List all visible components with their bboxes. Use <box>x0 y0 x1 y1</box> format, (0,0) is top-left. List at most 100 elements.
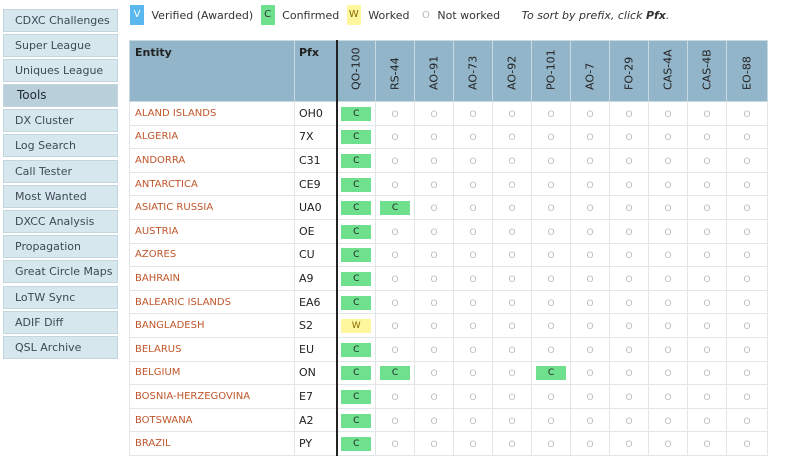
status-cell: O <box>648 171 688 197</box>
prefix-cell: PY <box>294 431 337 456</box>
satellite-column-header[interactable]: AO-73 <box>453 40 493 102</box>
status-cell: O <box>609 289 649 315</box>
not-worked-marker: O <box>391 156 399 167</box>
not-worked-marker: O <box>547 180 555 191</box>
not-worked-marker: O <box>391 180 399 191</box>
not-worked-marker: O <box>391 251 399 262</box>
status-cell: O <box>492 101 532 126</box>
status-cell: O <box>726 218 768 244</box>
status-cell: O <box>726 289 768 315</box>
status-cell: O <box>375 148 415 173</box>
sidebar-item-lotw-sync[interactable]: LoTW Sync <box>3 286 118 309</box>
entity-link[interactable]: BALEARIC ISLANDS <box>129 289 295 315</box>
entity-link[interactable]: BRAZIL <box>129 431 295 456</box>
sidebar-item-super-league[interactable]: Super League <box>3 34 118 57</box>
not-worked-marker: O <box>469 133 477 144</box>
sidebar-item-dxcc-analysis[interactable]: DXCC Analysis <box>3 210 118 233</box>
confirmed-badge: C <box>341 224 372 239</box>
satellite-column-header[interactable]: RS-44 <box>375 40 415 102</box>
status-cell: O <box>414 360 454 386</box>
table-row: ALGERIA 7X C O O O O O O O O O O <box>129 124 768 150</box>
not-worked-marker: O <box>703 156 711 167</box>
status-cell: C <box>335 431 376 456</box>
not-worked-marker: O <box>703 227 711 238</box>
status-cell: O <box>687 266 727 291</box>
satellite-column-header[interactable]: AO-91 <box>414 40 454 102</box>
status-cell: O <box>648 124 688 150</box>
not-worked-marker: O <box>391 298 399 309</box>
not-worked-marker: O <box>625 133 633 144</box>
satellite-column-header[interactable]: AO-92 <box>492 40 532 102</box>
status-cell: O <box>570 242 610 268</box>
status-cell: O <box>453 407 493 433</box>
not-worked-marker: O <box>430 322 438 333</box>
satellite-column-header[interactable]: QO-100 <box>335 40 376 102</box>
prefix-cell: OH0 <box>294 101 337 126</box>
entity-link[interactable]: ALGERIA <box>129 124 295 150</box>
status-cell: O <box>648 242 688 268</box>
sidebar-item-most-wanted[interactable]: Most Wanted <box>3 185 118 208</box>
not-worked-marker: O <box>430 440 438 451</box>
not-worked-marker: O <box>508 251 516 262</box>
table-row: BALEARIC ISLANDS EA6 C O O O O O O O O O O <box>129 289 768 315</box>
entity-link[interactable]: ANTARCTICA <box>129 171 295 197</box>
sidebar-item-dx-cluster[interactable]: DX Cluster <box>3 109 118 132</box>
sidebar-item-cdxc-challenges[interactable]: CDXC Challenges <box>3 9 118 32</box>
not-worked-marker: O <box>664 156 672 167</box>
satellite-column-header[interactable]: EO-88 <box>726 40 768 102</box>
sidebar-item-log-search[interactable]: Log Search <box>3 134 118 157</box>
confirmed-badge: C <box>341 366 372 381</box>
confirmed-badge: C <box>341 413 372 428</box>
entity-link[interactable]: ANDORRA <box>129 148 295 173</box>
not-worked-marker: O <box>625 345 633 356</box>
sidebar-item-call-tester[interactable]: Call Tester <box>3 160 118 183</box>
entity-link[interactable]: BAHRAIN <box>129 266 295 291</box>
confirmed-badge: C <box>341 201 372 216</box>
not-worked-marker: O <box>586 156 594 167</box>
sidebar-item-qsl-archive[interactable]: QSL Archive <box>3 336 118 359</box>
satellite-column-header[interactable]: CAS-4A <box>648 40 688 102</box>
not-worked-marker: O <box>391 392 399 403</box>
entity-link[interactable]: BOTSWANA <box>129 407 295 433</box>
not-worked-marker: O <box>508 156 516 167</box>
status-cell: O <box>531 124 571 150</box>
entity-link[interactable]: AZORES <box>129 242 295 268</box>
satellite-column-header[interactable]: PO-101 <box>531 40 571 102</box>
entity-link[interactable]: BANGLADESH <box>129 313 295 338</box>
satellite-column-header[interactable]: FO-29 <box>609 40 649 102</box>
prefix-cell: EA6 <box>294 289 337 315</box>
sidebar-item-tools[interactable]: Tools <box>3 84 118 107</box>
entity-link[interactable]: ASIATIC RUSSIA <box>129 195 295 220</box>
entity-link[interactable]: AUSTRIA <box>129 218 295 244</box>
entity-link[interactable]: BOSNIA-HERZEGOVINA <box>129 384 295 409</box>
satellite-column-header[interactable]: CAS-4B <box>687 40 727 102</box>
not-worked-marker: O <box>430 369 438 380</box>
entity-link[interactable]: BELARUS <box>129 336 295 362</box>
not-worked-marker: O <box>547 251 555 262</box>
status-cell: O <box>687 384 727 409</box>
entity-link[interactable]: ALAND ISLANDS <box>129 101 295 126</box>
pfx-column-header[interactable]: Pfx <box>294 40 337 102</box>
sidebar-item-propagation[interactable]: Propagation <box>3 235 118 258</box>
entity-column-header[interactable]: Entity <box>129 40 295 102</box>
status-cell: C <box>335 195 376 220</box>
not-worked-marker: O <box>625 156 633 167</box>
entity-link[interactable]: BELGIUM <box>129 360 295 386</box>
status-cell: O <box>687 242 727 268</box>
not-worked-marker: O <box>547 156 555 167</box>
prefix-cell: C31 <box>294 148 337 173</box>
legend-verified-badge: V <box>130 5 144 25</box>
sidebar-item-uniques-league[interactable]: Uniques League <box>3 59 118 82</box>
confirmed-badge: C <box>380 201 410 216</box>
status-cell: O <box>609 313 649 338</box>
status-cell: C <box>335 101 376 126</box>
not-worked-marker: O <box>664 322 672 333</box>
sidebar-item-adif-diff[interactable]: ADIF Diff <box>3 311 118 334</box>
not-worked-marker: O <box>391 440 399 451</box>
not-worked-marker: O <box>703 109 711 120</box>
status-cell: O <box>531 336 571 362</box>
sidebar-item-great-circle-maps[interactable]: Great Circle Maps <box>3 260 118 283</box>
satellite-column-header[interactable]: AO-7 <box>570 40 610 102</box>
status-cell: O <box>414 124 454 150</box>
status-cell: O <box>687 195 727 220</box>
